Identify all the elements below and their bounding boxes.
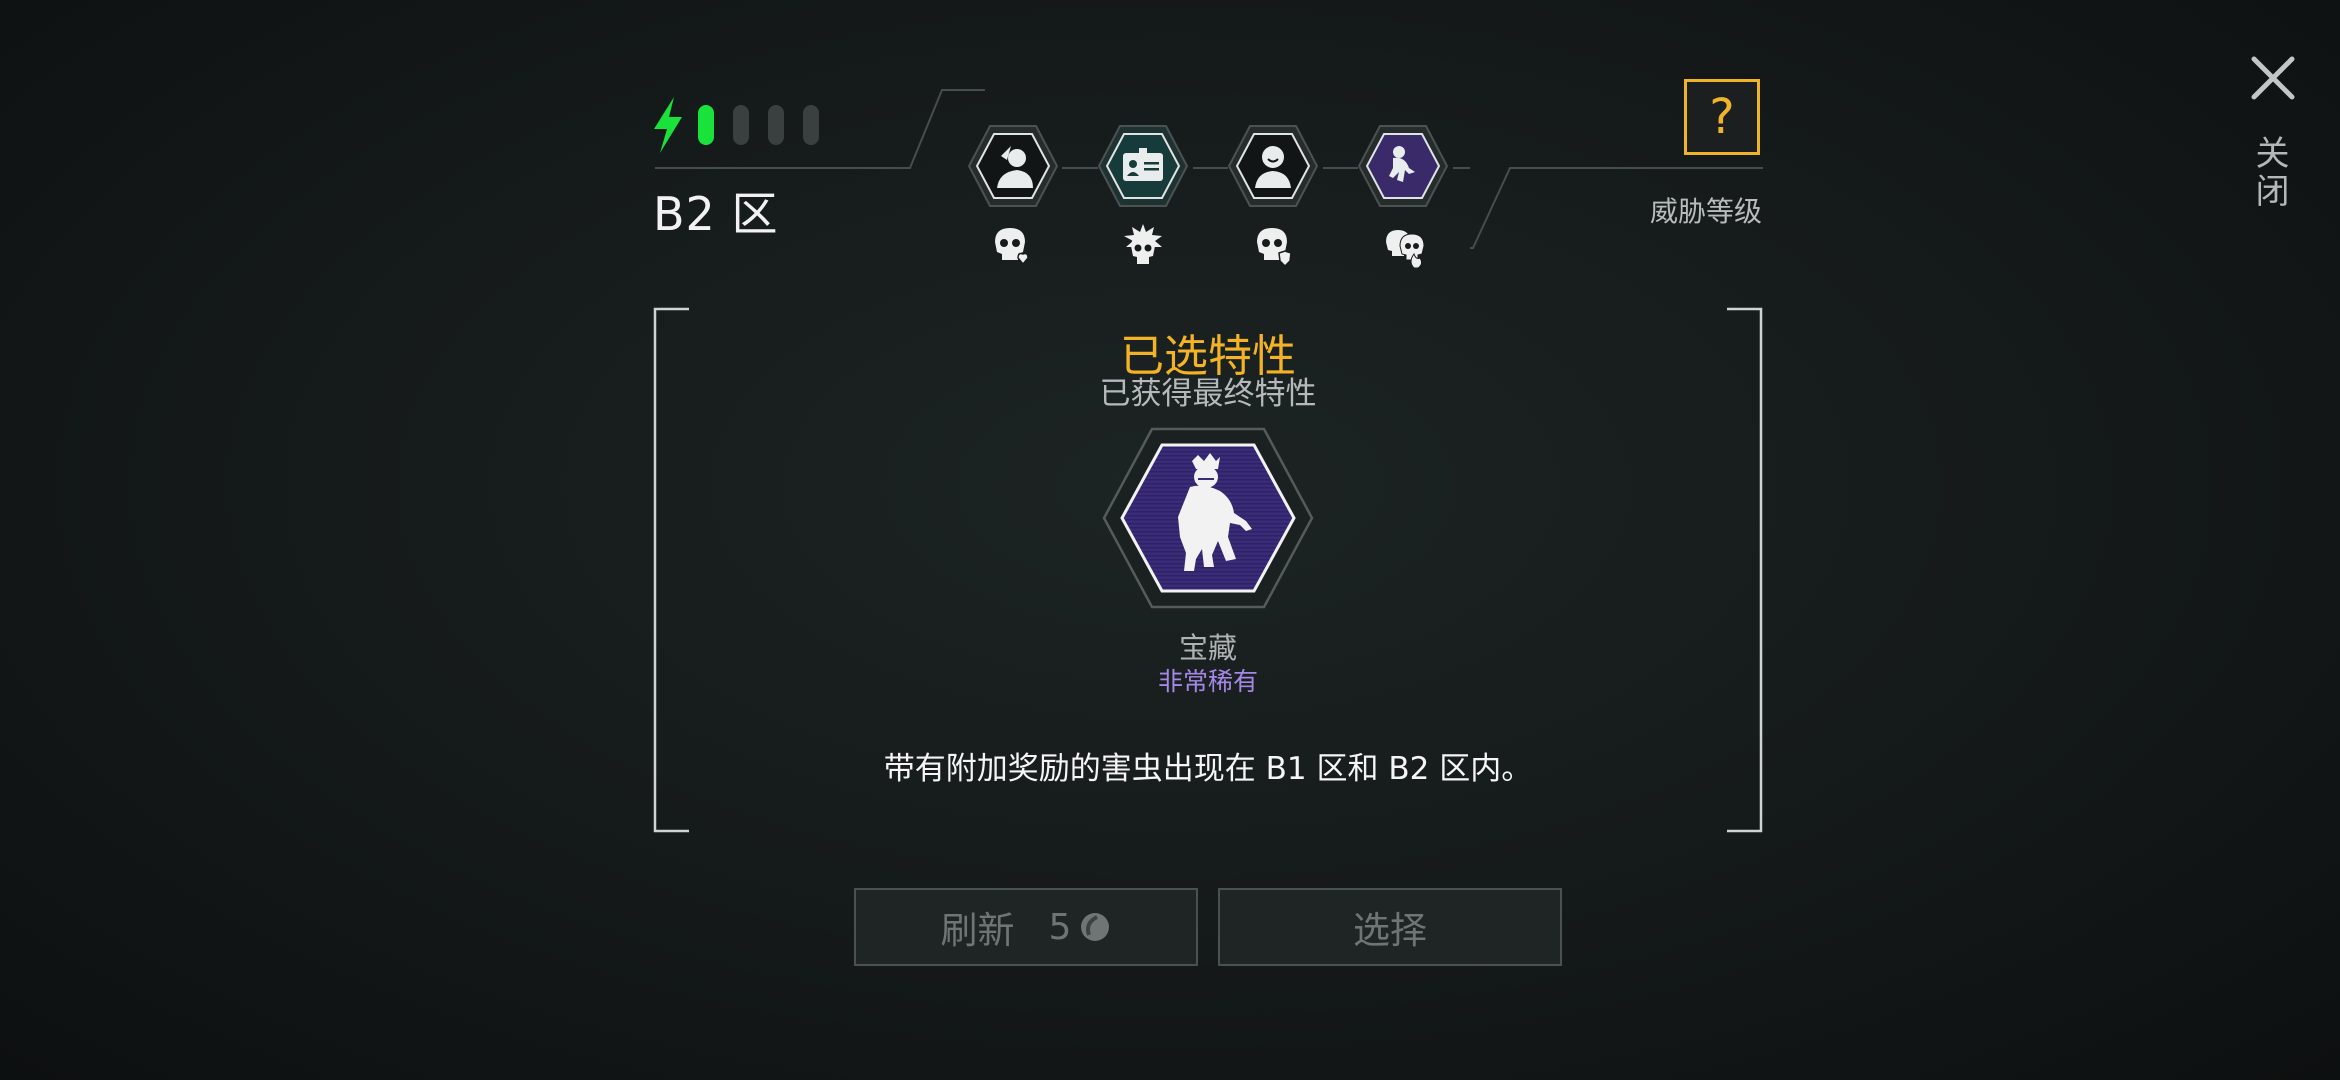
skulls-fire-icon (1386, 230, 1425, 268)
skull-heart-icon (995, 228, 1029, 266)
threat-hex-1[interactable] (967, 120, 1059, 212)
crouching-creature-icon (1389, 146, 1415, 182)
threat-level-label: 威胁等级 (1649, 195, 1762, 228)
trait-rarity: 非常稀有 (1157, 667, 1258, 696)
selection-subtitle: 已获得最终特性 (1099, 376, 1317, 412)
skull-shield-icon (1257, 228, 1292, 268)
trait-description: 带有附加奖励的害虫出现在 B1 区和 B2 区内。 (883, 751, 1533, 787)
threat-track-lines (655, 89, 1763, 249)
person-bird-icon (997, 146, 1033, 188)
id-card-icon (1123, 148, 1163, 181)
close-button[interactable]: 关闭 (2240, 45, 2310, 225)
coin-icon (1081, 913, 1110, 941)
refresh-label: 刷新 (940, 909, 1015, 952)
threat-hex-4[interactable] (1357, 120, 1449, 212)
threat-hex-3[interactable] (1227, 120, 1319, 212)
trait-name: 宝藏 (1178, 631, 1237, 665)
threat-hex-2[interactable] (1097, 120, 1189, 212)
refresh-button[interactable]: 刷新 5 (854, 888, 1198, 966)
smiling-person-icon (1255, 146, 1291, 188)
skull-burst-icon (1124, 224, 1162, 264)
select-button[interactable]: 选择 (1218, 888, 1562, 966)
refresh-cost: 5 (1048, 906, 1072, 948)
close-icon[interactable] (2248, 53, 2298, 103)
close-label: 关闭 (2249, 135, 2289, 211)
crouching-creature-icon (1178, 453, 1252, 571)
trait-hex (1100, 425, 1316, 611)
help-button[interactable]: ? (1684, 79, 1760, 155)
